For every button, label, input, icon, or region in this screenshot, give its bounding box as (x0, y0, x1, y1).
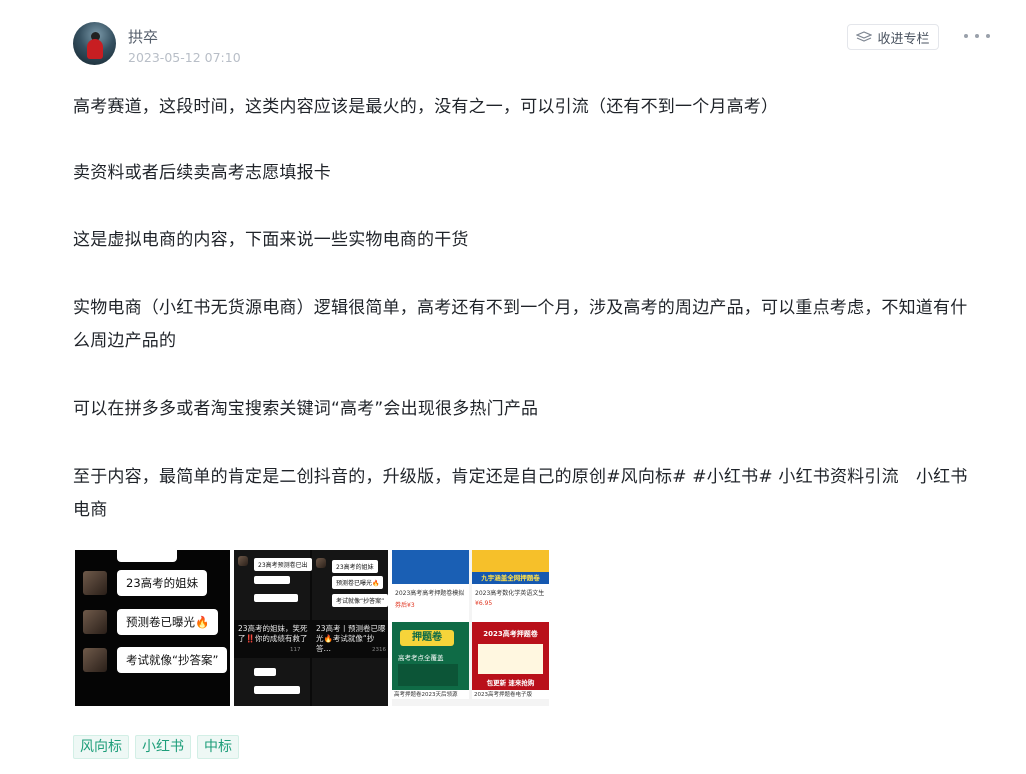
product-title: 2023高考押题卷 (483, 630, 538, 638)
chat-bubble: 23高考的姐妹 (117, 570, 208, 596)
chat-bubble (117, 550, 177, 562)
product-subtitle: 包更新 速来抢购 (486, 679, 535, 687)
product-caption: 2023高考数化学英语文生 (475, 590, 545, 597)
chat-avatar (83, 571, 107, 595)
chat-avatar (316, 558, 326, 568)
chat-row: 预测卷已曝光🔥 (83, 609, 219, 635)
product-subtitle: 高考考点全覆盖 (398, 654, 444, 662)
product-price: ¥6.95 (475, 600, 493, 607)
chat-bubble: 23高考的姐妹 (332, 560, 378, 573)
product-tile: 押题卷 高考考点全覆盖 高考押题卷2023天后领源 (392, 622, 469, 699)
tag-zhongbiao[interactable]: 中标 (197, 735, 239, 759)
product-price: 券后¥3 (395, 602, 415, 609)
paragraph: 这是虚拟电商的内容，下面来说一些实物电商的干货 (73, 230, 469, 250)
like-count: 117 (290, 647, 301, 653)
chat-bubble (254, 594, 298, 602)
product-grid (398, 664, 458, 686)
product-grid (478, 644, 543, 674)
product-banner-text: 九宇涵盖全网押题卷 (472, 572, 549, 584)
chat-screenshot-image[interactable]: 23高考的姐妹 预测卷已曝光🔥 考试就像“抄答案” (75, 550, 230, 706)
product-title: 押题卷 (400, 630, 454, 646)
more-dot (975, 34, 979, 38)
collect-to-column-button[interactable]: 收进专栏 (847, 24, 939, 50)
collect-label: 收进专栏 (877, 31, 930, 47)
product-tile: 九宇涵盖全网押题卷 2023高考数化学英语文生 ¥6.95 (472, 550, 549, 627)
image-gallery: 23高考的姐妹 预测卷已曝光🔥 考试就像“抄答案” 23高考预测卷已出 23高考… (75, 550, 549, 706)
product-tile: 2023高考押题卷 包更新 速来抢购 2023高考押题卷电子版 (472, 622, 549, 699)
feed-screenshot-image[interactable]: 23高考预测卷已出 23高考的姐妹 预测卷已曝光🔥 考试就像“抄答案” 23高考… (234, 550, 388, 706)
chat-avatar (238, 556, 248, 566)
paragraph: 至于内容，最简单的肯定是二创抖音的，升级版，肯定还是自己的原创#风向标# #小红… (73, 467, 968, 520)
more-dot (986, 34, 990, 38)
chat-row: 23高考的姐妹 (83, 570, 208, 596)
feed-cell: 23高考的姐妹 预测卷已曝光🔥 考试就像“抄答案” (312, 550, 388, 620)
more-dot (964, 34, 968, 38)
product-banner (392, 550, 469, 584)
chat-bubble: 预测卷已曝光🔥 (332, 576, 384, 589)
product-caption: 2023高考押题卷电子版 (472, 690, 549, 699)
chat-avatar (83, 648, 107, 672)
post-card: 拱卒 2023-05-12 07:10 收进专栏 高考赛道，这段时间，这类内容应… (0, 0, 1026, 774)
chat-bubble: 预测卷已曝光🔥 (117, 609, 219, 635)
collect-icon (856, 31, 873, 43)
paragraph: 可以在拼多多或者淘宝搜索关键词“高考”会出现很多热门产品 (73, 399, 539, 419)
feed-cell: 23高考预测卷已出 (234, 550, 312, 620)
like-count: 2316 (372, 647, 386, 653)
feed-cell (234, 658, 310, 706)
tag-fengxiangbiao[interactable]: 风向标 (73, 735, 129, 759)
chat-bubble: 考试就像“抄答案” (117, 647, 228, 673)
avatar-figure (87, 39, 103, 59)
product-tile: 2023高考高考押题卷模拟 券后¥3 (392, 550, 469, 627)
chat-bubble (254, 576, 290, 584)
tag-list: 风向标 小红书 中标 (73, 735, 239, 759)
chat-avatar (83, 610, 107, 634)
avatar[interactable] (73, 22, 116, 65)
product-screenshot-image[interactable]: 2023高考高考押题卷模拟 券后¥3 九宇涵盖全网押题卷 2023高考数化学英语… (392, 550, 549, 706)
feed-cell (312, 658, 388, 706)
product-caption: 高考押题卷2023天后领源 (392, 690, 469, 699)
paragraph: 卖资料或者后续卖高考志愿填报卡 (73, 163, 331, 183)
paragraph: 高考赛道，这段时间，这类内容应该是最火的，没有之一，可以引流（还有不到一个月高考… (73, 97, 779, 117)
tag-xiaohongshu[interactable]: 小红书 (135, 735, 191, 759)
chat-bubble (254, 668, 276, 676)
chat-bubble (254, 686, 300, 694)
paragraph: 实物电商（小红书无货源电商）逻辑很简单，高考还有不到一个月，涉及高考的周边产品，… (73, 298, 968, 351)
product-caption: 2023高考高考押题卷模拟 (395, 590, 465, 597)
chat-bubble: 考试就像“抄答案” (332, 594, 388, 607)
feed-caption: 23高考的姐妹，笑死了‼️你的成绩有救了 (238, 624, 308, 643)
author-name[interactable]: 拱卒 (128, 26, 158, 47)
chat-bubble: 23高考预测卷已出 (254, 558, 312, 571)
more-icon[interactable] (964, 26, 990, 46)
chat-row (83, 550, 177, 566)
chat-row: 考试就像“抄答案” (83, 647, 228, 673)
post-timestamp: 2023-05-12 07:10 (128, 50, 241, 65)
